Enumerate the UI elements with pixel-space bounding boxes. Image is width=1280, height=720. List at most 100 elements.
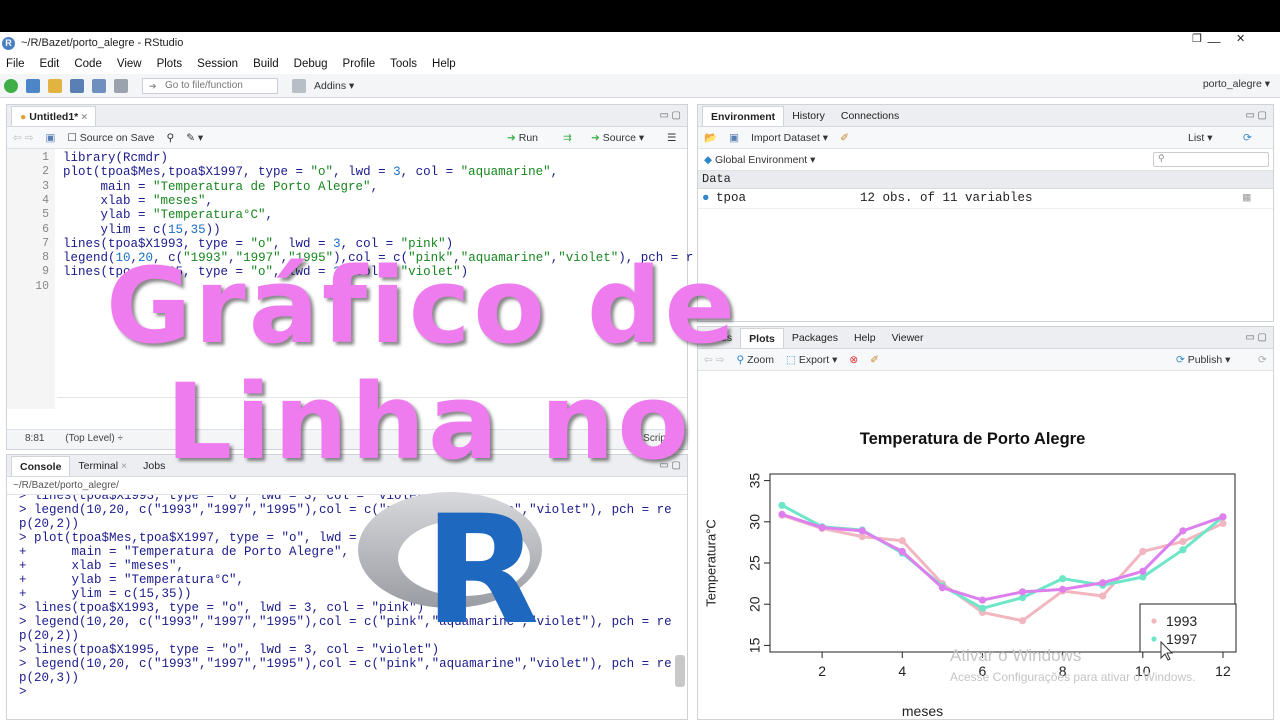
- environment-pane: Environment History Connections ▭ ▢ 📂 ▣ …: [697, 104, 1274, 322]
- menu-plots[interactable]: Plots: [157, 58, 183, 70]
- tab-viewer[interactable]: Viewer: [884, 328, 932, 348]
- y-tick-label: 25: [747, 555, 763, 571]
- tab-console[interactable]: Console: [11, 456, 71, 476]
- menu-build[interactable]: Build: [253, 58, 279, 70]
- variable-name: tpoa: [716, 191, 747, 205]
- menu-code[interactable]: Code: [74, 58, 102, 70]
- line-number: 5: [42, 208, 49, 222]
- load-workspace-icon[interactable]: 📂: [704, 131, 717, 144]
- menu-file[interactable]: File: [6, 58, 25, 70]
- tab-connections[interactable]: Connections: [833, 106, 907, 126]
- env-pane-icons[interactable]: ▭ ▢: [1245, 110, 1267, 121]
- zoom-button[interactable]: ⚲ Zoom: [737, 354, 774, 366]
- source-on-save-checkbox[interactable]: ☐ Source on Save: [67, 132, 154, 144]
- maximize-button[interactable]: ❐: [1192, 32, 1202, 45]
- rerun-icon[interactable]: ⇉: [563, 132, 572, 144]
- y-axis-label: Temperatura°C: [703, 519, 718, 607]
- source-button[interactable]: ➜ Source ▾: [591, 132, 644, 144]
- menu-profile[interactable]: Profile: [343, 58, 376, 70]
- view-table-icon[interactable]: ▦: [1243, 189, 1251, 208]
- tab-plots[interactable]: Plots: [740, 328, 784, 348]
- new-file-icon[interactable]: [4, 78, 18, 93]
- data-point: [1099, 579, 1107, 587]
- tab-terminal[interactable]: Terminal ×: [70, 456, 135, 476]
- goto-file-input[interactable]: Go to file/function: [142, 77, 278, 94]
- tab-label: Untitled1*: [29, 111, 79, 123]
- data-point: [898, 547, 906, 556]
- menu-view[interactable]: View: [117, 58, 142, 70]
- run-button[interactable]: ➜ Run: [507, 132, 538, 144]
- menu-help[interactable]: Help: [432, 58, 456, 70]
- line-number: 3: [42, 179, 49, 193]
- environment-row-tpoa[interactable]: ● tpoa 12 obs. of 11 variables ▦: [698, 189, 1273, 209]
- menu-debug[interactable]: Debug: [294, 58, 328, 70]
- publish-button[interactable]: ⟳ Publish ▾: [1176, 354, 1230, 366]
- scope-label: Global Environment ▾: [715, 153, 816, 166]
- x-tick-label: 2: [818, 663, 826, 679]
- console-output[interactable]: > lines(tpoa$X1993, type = "o", lwd = 3,…: [7, 495, 687, 719]
- console-line: + main = "Temperatura de Porto Alegre",: [19, 545, 350, 559]
- tab-packages[interactable]: Packages: [784, 328, 846, 348]
- data-point: [778, 510, 786, 518]
- addins-button[interactable]: Addins ▾: [314, 80, 354, 92]
- project-menu[interactable]: porto_alegre ▾: [1203, 78, 1270, 90]
- environment-search-input[interactable]: ⚲: [1153, 152, 1269, 167]
- back-icon[interactable]: ⇦ ⇨: [13, 132, 34, 144]
- code-tools-icon[interactable]: ✎ ▾: [186, 132, 203, 144]
- plots-pane-icons[interactable]: ▭ ▢: [1245, 332, 1267, 343]
- console-line: p(20,2)): [19, 629, 80, 643]
- refresh-icon[interactable]: ⟳: [1243, 132, 1252, 144]
- zoom-icon: ⚲: [736, 353, 748, 366]
- pane-window-icons[interactable]: ▭ ▢: [659, 110, 681, 121]
- menu-session[interactable]: Session: [197, 58, 238, 70]
- console-scrollbar-thumb[interactable]: [675, 655, 685, 687]
- y-tick-label: 20: [747, 596, 763, 612]
- search-icon[interactable]: ⚲: [167, 132, 175, 144]
- legend-marker: [1151, 618, 1157, 624]
- console-line: > lines(tpoa$X1995, type = "o", lwd = 3,…: [19, 643, 440, 657]
- console-pane: Console Terminal × Jobs ▭ ▢ ~/R/Bazet/po…: [6, 454, 688, 720]
- tab-untitled1[interactable]: ● Untitled1* ×: [11, 106, 97, 126]
- environment-icon: ◆: [704, 153, 715, 166]
- remove-plot-icon[interactable]: ⊗: [849, 354, 858, 366]
- console-line: p(20,3)): [19, 671, 80, 685]
- menu-edit[interactable]: Edit: [40, 58, 60, 70]
- list-view-selector[interactable]: List ▾: [1188, 132, 1213, 144]
- outline-icon[interactable]: ☰: [667, 132, 676, 144]
- global-environment-selector[interactable]: ◆ Global Environment ▾: [704, 154, 815, 166]
- tab-terminal-label: Terminal: [78, 460, 119, 472]
- workspace-panes-icon[interactable]: [292, 78, 306, 93]
- save-all-icon[interactable]: [92, 78, 106, 93]
- close-tab-icon[interactable]: ×: [81, 111, 87, 123]
- refresh-plot-icon[interactable]: ⟳: [1258, 354, 1267, 366]
- windows-activation-watermark: Ativar o Windows: [950, 646, 1082, 665]
- clear-plots-icon[interactable]: ✐: [870, 354, 879, 366]
- close-terminal-icon[interactable]: ×: [121, 460, 127, 472]
- menu-bar: File Edit Code View Plots Session Build …: [0, 54, 1280, 74]
- rstudio-window: R ~/R/Bazet/porto_alegre - RStudio — ❐ ✕…: [0, 32, 1280, 720]
- close-button[interactable]: ✕: [1236, 32, 1245, 45]
- rstudio-logo-icon: R: [2, 36, 15, 50]
- data-point: [1139, 547, 1147, 556]
- import-dataset-button[interactable]: Import Dataset ▾: [751, 132, 828, 144]
- tab-history[interactable]: History: [784, 106, 833, 126]
- export-button[interactable]: ⬚ Export ▾: [786, 354, 837, 366]
- broom-icon[interactable]: ✐: [840, 132, 849, 144]
- save-workspace-icon[interactable]: ▣: [729, 132, 739, 144]
- menu-tools[interactable]: Tools: [390, 58, 417, 70]
- scope-selector[interactable]: (Top Level) ÷: [65, 433, 123, 444]
- open-file-icon[interactable]: [48, 78, 62, 93]
- save-file-icon[interactable]: ▣: [46, 132, 56, 144]
- new-project-icon[interactable]: [26, 78, 40, 93]
- print-icon[interactable]: [114, 78, 128, 93]
- save-icon[interactable]: [70, 78, 84, 93]
- data-point: [1018, 617, 1027, 625]
- tab-environment[interactable]: Environment: [702, 106, 785, 126]
- data-section-header: Data: [698, 171, 1273, 189]
- line-number: 2: [42, 165, 49, 179]
- expand-icon[interactable]: ●: [702, 189, 710, 208]
- plot-canvas: Temperatura de Porto Alegre2 4 6 8 10 1215202…: [703, 430, 1237, 718]
- chart-title: Temperatura de Porto Alegre: [860, 430, 1086, 448]
- tab-help[interactable]: Help: [846, 328, 884, 348]
- console-line: > legend(10,20, c("1993","1997","1995"),…: [19, 615, 672, 629]
